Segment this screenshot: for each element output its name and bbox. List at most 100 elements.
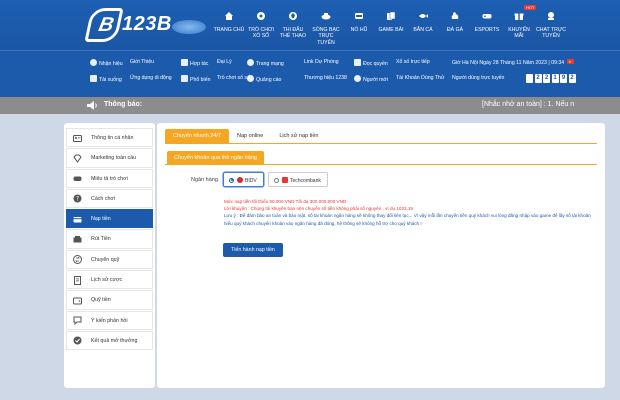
tab-online-deposit[interactable]: Nạp online [229, 129, 271, 143]
user-icon [354, 75, 361, 82]
bank-field-label: Ngân hàng [191, 177, 218, 183]
radio-unselected [274, 177, 279, 183]
help-icon: ? [73, 194, 82, 203]
deposit-icon [73, 216, 82, 223]
counter-digit: 1 [551, 74, 559, 83]
menu-item-slot[interactable]: NỔ HŨ [343, 0, 375, 50]
sidebar-item-game-desc[interactable]: Miêu tả trò chơi [66, 168, 153, 188]
subnav-backup-link[interactable]: Link Dự Phòng [304, 59, 339, 66]
transfer-icon [73, 255, 82, 265]
sidebar-item-fund[interactable]: Quỹ tiền [66, 290, 153, 310]
deposit-advice: Lời khuyên : Chúng tôi khuyến bạn nên ch… [224, 206, 413, 212]
subtab-bar: Chuyển khoản qua thẻ ngân hàng [165, 151, 597, 165]
diamond-icon [73, 154, 82, 163]
sidebar-item-withdraw[interactable]: Rút Tiền [66, 229, 153, 249]
menu-item-cards[interactable]: GAME BÀI [375, 0, 407, 50]
subnav-mobile-app[interactable]: Ứng dụng di động [130, 75, 172, 82]
feedback-icon [73, 316, 82, 326]
sidebar-item-results[interactable]: Kết quả mở thưởng [66, 330, 153, 351]
sports-icon [289, 12, 297, 20]
tab-deposit-history[interactable]: Lịch sử nạp tiền [271, 129, 326, 143]
withdraw-icon [73, 235, 82, 243]
deposit-note: Lưu ý : Để đảm bảo an toàn và bảo mật, s… [224, 213, 591, 226]
menu-item-sports[interactable]: THI ĐẤU THỂ THAO [277, 0, 309, 50]
gamepad-icon [482, 14, 492, 19]
sidebar-item-transfer[interactable]: Chuyển quỹ [66, 249, 153, 270]
subnav-agent[interactable]: Đại Lý [217, 59, 232, 66]
menu-item-casino[interactable]: SÒNG BẠC TRỰC TUYẾN [309, 0, 343, 50]
megaphone-icon [247, 75, 254, 82]
notice-bar: Thông báo: [Nhắc nhở an toàn] : 1. Nếu n [0, 97, 620, 114]
gift-icon [90, 59, 97, 66]
counter-digit: 9 [560, 74, 567, 83]
deposit-panel: Chuyển nhanh 24/7 Nạp online Lịch sử nạp… [157, 123, 605, 388]
sidebar-item-marketing[interactable]: Marketing toàn cầu [66, 148, 153, 168]
online-users-label: Người dùng trực tuyến [452, 75, 505, 81]
wallet-icon [73, 297, 82, 305]
deposit-tabs: Chuyển nhanh 24/7 Nạp online Lịch sử nạp… [165, 129, 326, 143]
history-icon [74, 275, 81, 285]
submit-deposit-button[interactable]: Tiến hành nạp tiền [223, 243, 283, 257]
menu-item-esports[interactable]: ESPORTS [471, 0, 503, 50]
tab-divider [165, 143, 597, 144]
bank-option-techcombank[interactable]: Techcombank [268, 172, 328, 187]
bidv-logo-icon [237, 177, 243, 183]
chat-icon [548, 12, 554, 20]
menu-item-rooster[interactable]: ĐÁ GÀ [439, 0, 471, 50]
subtab-bank-transfer[interactable]: Chuyển khoản qua thẻ ngân hàng [167, 151, 264, 165]
top-nav: B 123B TRANG CHỦ TRÒ CHƠI XỔ SỐ THI ĐẤU … [0, 0, 620, 50]
chart-icon [181, 75, 188, 82]
gamepad-icon [73, 176, 82, 182]
counter-digit [526, 74, 533, 83]
menu-item-lottery[interactable]: TRÒ CHƠI XỔ SỐ [245, 0, 277, 50]
menu-item-fish[interactable]: BẮN CÁ [407, 0, 439, 50]
subnav-exclusive[interactable]: Đọc quyền [354, 59, 388, 68]
subnav-trial-account[interactable]: Tài Khoản Dùng Thử [396, 75, 444, 82]
sidebar-item-deposit[interactable]: Nạp tiền [66, 209, 153, 229]
subnav-website[interactable]: Trang mạng [247, 59, 284, 68]
bank-option-bidv[interactable]: BIDV [223, 172, 264, 187]
speaker-icon [87, 101, 97, 110]
home-icon [225, 12, 233, 20]
menu-item-chat[interactable]: CHAT TRỰC TUYẾN [535, 0, 567, 50]
brand-name: 123B [122, 13, 172, 35]
crown-icon [354, 59, 361, 66]
deposit-limits: Mức nạp tiền tối thiểu 50.000 VND Tối đa… [224, 199, 347, 204]
rooster-icon [451, 12, 459, 19]
sidebar-item-feedback[interactable]: Ý kiến phản hồi [66, 310, 153, 330]
subnav-download[interactable]: Tải xuống [90, 75, 122, 84]
menu-item-home[interactable]: TRANG CHỦ [213, 0, 245, 50]
brand-logo[interactable]: B 123B [84, 8, 210, 42]
user-card-icon [73, 134, 82, 142]
subnav-received[interactable]: Nhận hiệu [90, 59, 123, 68]
tab-fast-transfer[interactable]: Chuyển nhanh 24/7 [165, 129, 230, 143]
sidebar-item-profile[interactable]: Thông tin cá nhân [66, 128, 153, 148]
subnav-ads[interactable]: Quảng cáo [247, 75, 281, 84]
notice-marquee: [Nhắc nhở an toàn] : 1. Nếu n [482, 101, 575, 108]
subnav-newbie[interactable]: Người mới [354, 75, 388, 84]
casino-icon [321, 13, 331, 20]
main-menu: TRANG CHỦ TRÒ CHƠI XỔ SỐ THI ĐẤU THỂ THA… [213, 0, 567, 50]
techcombank-logo-icon [282, 177, 288, 183]
svg-text:?: ? [76, 196, 79, 203]
globe-icon [247, 59, 254, 66]
counter-digit: 2 [534, 74, 542, 83]
subnav-introduce[interactable]: Giới Thiệu [130, 59, 154, 66]
subnav-brand[interactable]: Thương hiệu 1238 [304, 75, 347, 82]
handshake-icon [181, 59, 188, 66]
clock: Giờ Hà Nội Ngày 28 Tháng 11 Năm 2023 | 0… [452, 58, 575, 67]
subnav-cooperate[interactable]: Hợp tác [181, 59, 208, 68]
sidebar-item-bet-history[interactable]: Lịch sử cược [66, 270, 153, 290]
account-sidebar: Thông tin cá nhân Marketing toàn cầu Miê… [64, 123, 155, 388]
notice-label: Thông báo: [104, 101, 143, 108]
online-counter: 2 2 1 9 2 [526, 74, 576, 83]
menu-item-promo[interactable]: HOT KHUYẾN MÃI [503, 0, 537, 50]
subnav-popular[interactable]: Phổ biến [181, 75, 210, 84]
subnav-live-lottery[interactable]: Xổ số trực tiếp [396, 59, 430, 66]
lottery-icon [257, 12, 265, 20]
subnav-number-games[interactable]: Trò chơi số số [217, 75, 250, 82]
slot-icon [355, 13, 363, 19]
sidebar-item-how-to-play[interactable]: ? Cách chơi [66, 188, 153, 209]
counter-digit: 2 [543, 74, 550, 83]
gift-icon [514, 13, 524, 20]
